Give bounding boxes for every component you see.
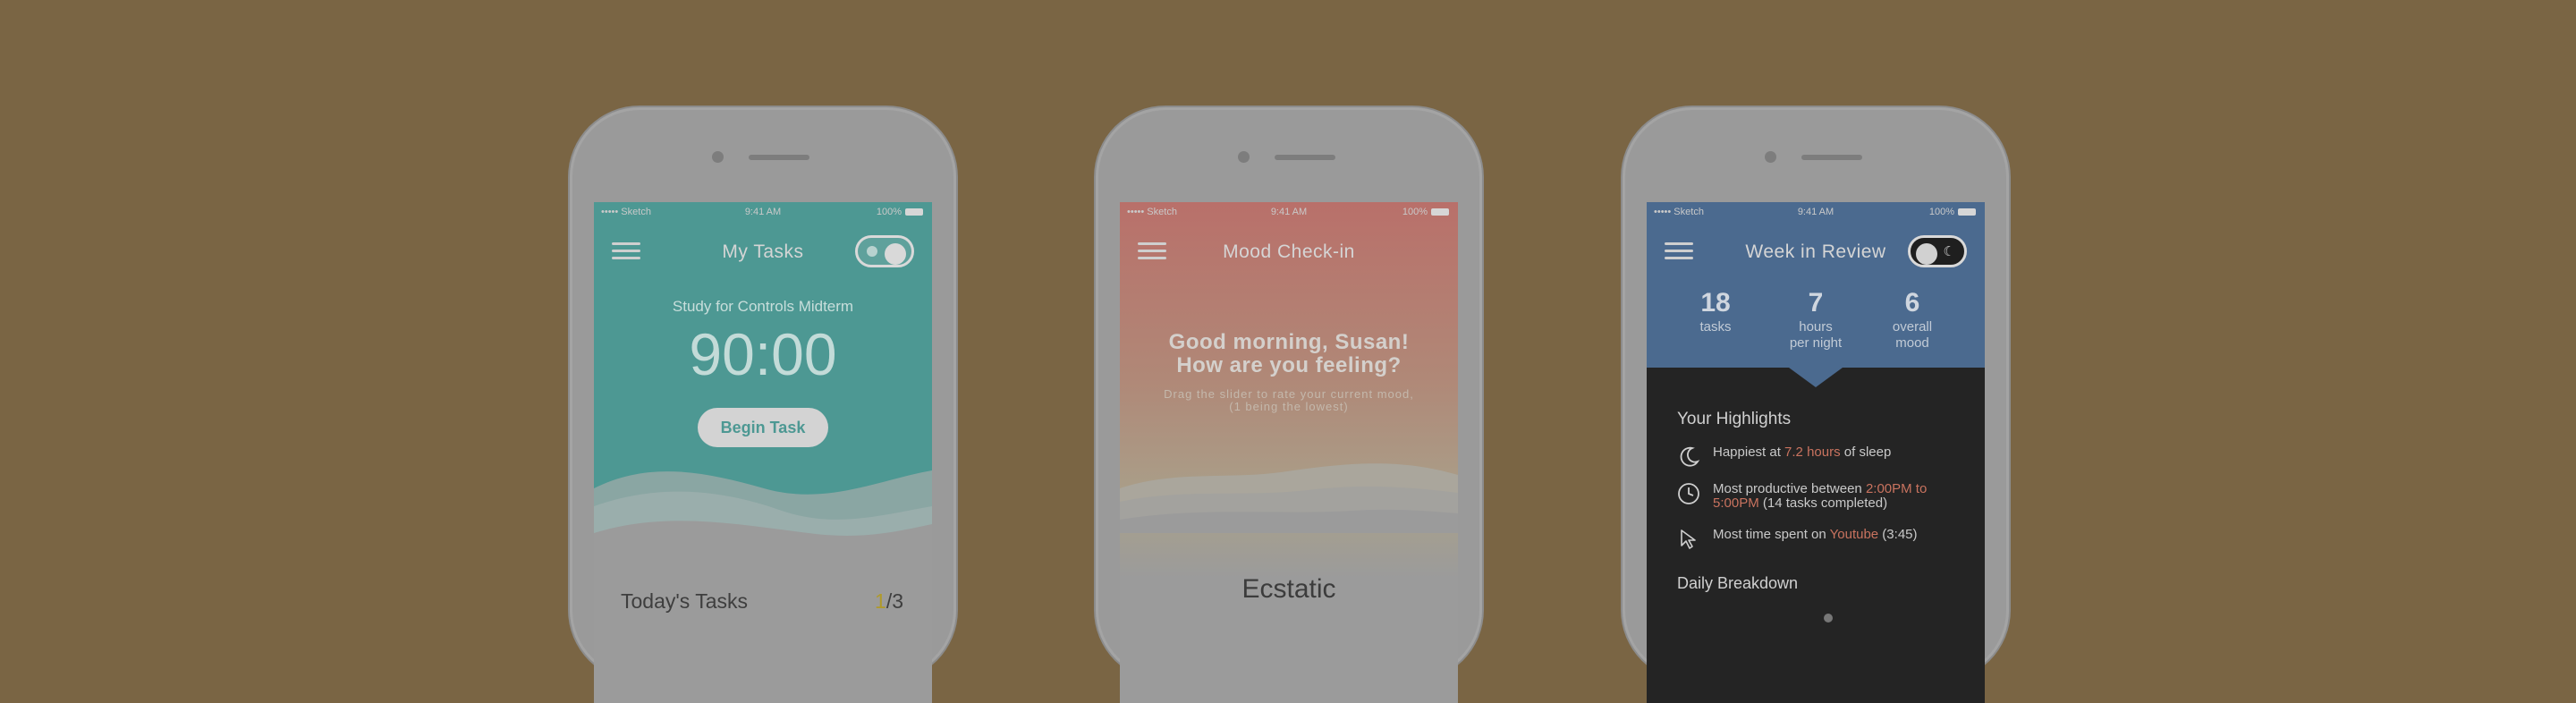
greeting: Good morning, Susan! How are you feeling…	[1120, 331, 1458, 377]
greeting-line-2: How are you feeling?	[1176, 353, 1402, 377]
stat-value: 7	[1808, 288, 1824, 318]
camera-icon	[712, 151, 724, 163]
wave-decoration	[594, 470, 932, 569]
camera-icon	[1238, 151, 1250, 163]
greeting-line-1: Good morning, Susan!	[1168, 330, 1410, 354]
status-bar: ••••• Sketch 9:41 AM 100%	[1647, 202, 1985, 222]
task-count-done: 1	[875, 589, 886, 613]
highlight-text-end: (14 tasks completed)	[1758, 495, 1888, 511]
sun-icon	[867, 246, 877, 257]
highlight-text-end: of sleep	[1840, 445, 1892, 460]
highlight-text: Most productive between	[1713, 481, 1866, 496]
battery-icon	[1958, 208, 1976, 216]
todays-tasks-heading: Today's Tasks	[621, 589, 749, 613]
camera-icon	[1765, 151, 1776, 163]
phone-my-tasks: ••••• Sketch 9:41 AM 100% My Tasks Study…	[570, 107, 956, 703]
highlight-text-end: (3:45)	[1878, 527, 1918, 542]
battery-icon	[1431, 208, 1449, 216]
stat-label-2: per night	[1789, 335, 1843, 351]
stat-label: hours	[1799, 319, 1833, 335]
daily-breakdown-heading: Daily Breakdown	[1677, 574, 1799, 592]
phone-mood-checkin: ••••• Sketch 9:41 AM 100% Mood Check-in …	[1096, 107, 1482, 703]
highlights-heading: Your Highlights	[1677, 410, 1792, 428]
highlight-value: 7.2 hours	[1784, 445, 1841, 460]
week-review-screen: ••••• Sketch 9:41 AM 100% Week in Review…	[1647, 202, 1985, 703]
stat-label: tasks	[1699, 319, 1732, 335]
speaker-grille	[1275, 155, 1335, 160]
theme-toggle[interactable]	[855, 235, 914, 267]
mood-wave-decoration	[1120, 463, 1458, 533]
header-pointer	[1789, 368, 1843, 387]
toggle-knob	[885, 243, 906, 265]
status-bar: ••••• Sketch 9:41 AM 100%	[1120, 202, 1458, 222]
stat-mood: 6 overall mood	[1863, 288, 1962, 351]
task-count: 1/3	[875, 589, 903, 614]
highlight-row: Most productive between 2:00PM to 5:00PM…	[1677, 482, 1963, 518]
clock-icon	[1678, 483, 1699, 504]
battery-icon	[905, 208, 923, 216]
battery-percent: 100%	[1928, 207, 1954, 217]
stat-hours: 7 hours per night	[1767, 288, 1865, 351]
mood-checkin-screen: ••••• Sketch 9:41 AM 100% Mood Check-in …	[1120, 202, 1458, 703]
highlight-row: Happiest at 7.2 hours of sleep	[1677, 445, 1963, 481]
begin-task-button[interactable]: Begin Task	[698, 408, 828, 447]
chart-marker	[1824, 614, 1833, 623]
hint-line-1: Drag the slider to rate your current moo…	[1164, 387, 1414, 401]
speaker-grille	[749, 155, 809, 160]
stat-label: overall	[1892, 319, 1933, 335]
highlight-text: Happiest at	[1713, 445, 1785, 460]
toggle-knob	[1916, 243, 1937, 265]
stat-label-2: mood	[1895, 335, 1929, 351]
task-count-total: /3	[886, 589, 903, 613]
status-bar: ••••• Sketch 9:41 AM 100%	[594, 202, 932, 222]
mood-label: Ecstatic	[1241, 574, 1336, 604]
highlight-value: Youtube	[1829, 527, 1879, 542]
highlight-text: Most time spent on	[1713, 527, 1830, 542]
stat-tasks: 18 tasks	[1666, 288, 1765, 335]
stat-value: 6	[1904, 288, 1920, 318]
cursor-icon	[1681, 529, 1696, 549]
task-timer: 90:00	[689, 321, 837, 387]
battery-percent: 100%	[876, 207, 902, 217]
stat-value: 18	[1700, 288, 1731, 318]
moon-icon	[1680, 446, 1700, 467]
speaker-grille	[1801, 155, 1862, 160]
page-title: Mood Check-in	[1223, 241, 1355, 262]
moon-icon: ☾	[1943, 244, 1955, 259]
phone-week-review: ••••• Sketch 9:41 AM 100% Week in Review…	[1623, 107, 2009, 703]
highlight-row: Most time spent on Youtube (3:45)	[1677, 528, 1963, 563]
hint-line-2: (1 being the lowest)	[1229, 400, 1349, 413]
current-task-name: Study for Controls Midterm	[672, 298, 854, 315]
theme-toggle[interactable]: ☾	[1908, 235, 1967, 267]
battery-percent: 100%	[1402, 207, 1428, 217]
my-tasks-screen: ••••• Sketch 9:41 AM 100% My Tasks Study…	[594, 202, 932, 703]
slider-hint: Drag the slider to rate your current moo…	[1138, 388, 1440, 413]
